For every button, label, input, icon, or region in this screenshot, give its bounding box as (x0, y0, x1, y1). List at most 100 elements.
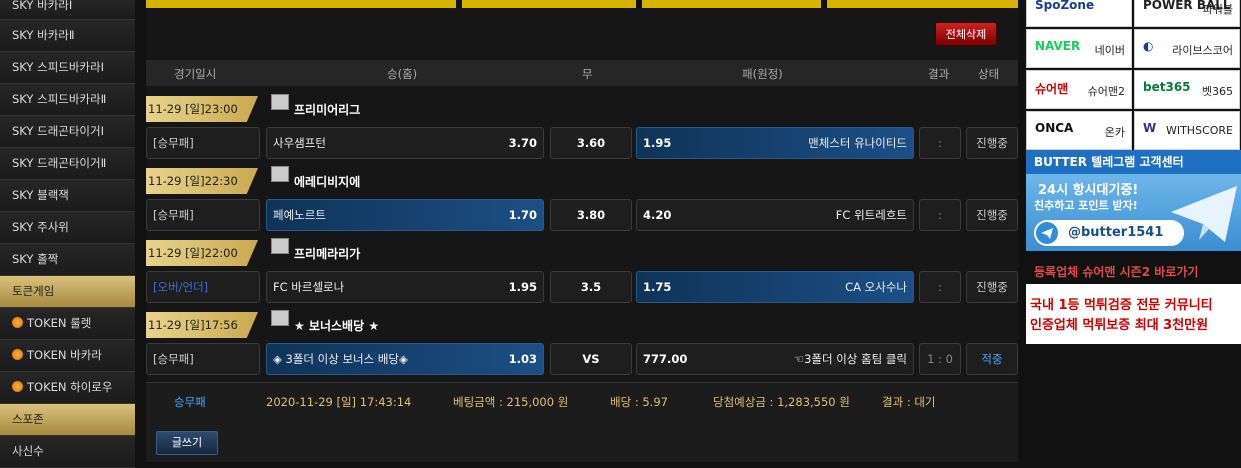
sidebar-item[interactable]: SKY 드래곤타이거Ⅰ (0, 116, 135, 148)
game-status: 진행중 (966, 127, 1018, 159)
partner-link[interactable]: SpoZone (1026, 0, 1132, 27)
away-odds: 777.00 (643, 352, 688, 366)
telegram-banner[interactable]: 24시 항시대기중! 친추하고 포인트 받자! @butter1541 (1026, 174, 1241, 251)
sidebar-item[interactable]: SKY 스피드바카라Ⅱ (0, 84, 135, 116)
bet-type: [승무패] (146, 343, 260, 375)
home-team: 페예노르트 (273, 208, 326, 222)
ad-title[interactable]: 등록업체 슈어맨 시즌2 바로가기 (1026, 260, 1241, 284)
home-odds: 1.70 (508, 208, 537, 222)
write-button[interactable]: 글쓰기 (156, 431, 218, 455)
token-coin-icon (12, 349, 23, 360)
sidebar-item-label: 스포존 (12, 412, 44, 426)
league-name: ★ 보너스배당 ★ (294, 319, 380, 333)
token-coin-icon (12, 317, 23, 328)
header-away: 패(원정) (742, 67, 783, 81)
sidebar-item[interactable]: 스포존 (0, 404, 135, 436)
game-row: [승무패] 사우샘프턴 3.70 3.60 1.95 맨체스터 유나이티드: 진행중 (146, 127, 1018, 159)
draw-bet-option[interactable]: VS (550, 343, 632, 375)
partner-link[interactable]: W WITHSCORE (1134, 111, 1240, 150)
partner-link[interactable]: bet365 벳365 (1134, 70, 1240, 109)
telegram-line2: 친추하고 포인트 받자! (1034, 199, 1138, 212)
game-result: : (919, 271, 961, 303)
game-datetime: 11-29 [일]17:56 (146, 312, 258, 338)
partner-name: 파워볼 (1202, 3, 1233, 16)
sidebar-item-label: SKY 드래곤타이거Ⅱ (12, 156, 107, 170)
sidebar-item[interactable]: SKY 홀짝 (0, 244, 135, 276)
sidebar-item[interactable]: TOKEN 바카라 (0, 340, 135, 372)
away-odds: 1.75 (643, 280, 672, 294)
telegram-title[interactable]: BUTTER 텔레그램 고객센터 (1026, 150, 1241, 174)
sidebar-item-label: 사신수 (12, 444, 44, 458)
game-datetime: 11-29 [일]23:00 (146, 96, 258, 122)
league-row: 11-29 [일]22:30 에레디비지에 (146, 166, 1018, 194)
sidebar-item[interactable]: SKY 스피드바카라Ⅰ (0, 52, 135, 84)
game-row: [승무패] ◈ 3폴더 이상 보너스 배당◈ 1.03 VS 777.00 ☜3폴더 이상… (146, 343, 1018, 375)
sidebar: SKY 바카라Ⅰ SKY 바카라Ⅱ SKY 스피드바카라Ⅰ SKY 스피드바카라Ⅱ SK… (0, 0, 135, 468)
game-status: 적중 (966, 343, 1018, 375)
partner-logo: 슈어맨 (1035, 82, 1069, 96)
summary-expected-win: 당첨예상금 : 1,283,550 원 (713, 395, 850, 409)
header-result: 결과 (928, 67, 950, 81)
away-bet-option[interactable]: 1.95 맨체스터 유나이티드 (636, 127, 914, 159)
sidebar-item[interactable]: SKY 드래곤타이거Ⅱ (0, 148, 135, 180)
away-team: 맨체스터 유나이티드 (808, 136, 907, 150)
league-name: 프리메라리가 (294, 247, 361, 261)
delete-all-button[interactable]: 전체삭제 (935, 22, 997, 46)
partner-logo: SpoZone (1035, 0, 1095, 12)
game-status: 진행중 (966, 271, 1018, 303)
home-bet-option[interactable]: ◈ 3폴더 이상 보너스 배당◈ 1.03 (266, 343, 544, 375)
home-bet-option[interactable]: 사우샘프턴 3.70 (266, 127, 544, 159)
bet-history-panel: 전체삭제 경기일시 승(홈) 무 패(원정) 결과 상태 11-29 [일]23… (146, 0, 1018, 462)
summary-bet-amount: 베팅금액 : 215,000 원 (453, 395, 569, 409)
sidebar-item[interactable]: SKY 바카라Ⅱ (0, 20, 135, 52)
away-bet-option[interactable]: 777.00 ☜3폴더 이상 홈팀 클릭 (636, 343, 914, 375)
partner-link[interactable]: NAVER 네이버 (1026, 29, 1132, 68)
ad-banner[interactable]: 국내 1등 먹튀검증 전문 커뮤니티 인증업체 먹튀보증 최대 3천만원 (1026, 284, 1241, 344)
right-sidebar: SpoZone POWER BALL 파워볼 NAVER 네이버 ◐ 라이브스코어 슈어맨 슈어… (1026, 0, 1241, 462)
header-home: 승(홈) (387, 67, 418, 81)
home-bet-option[interactable]: 페예노르트 1.70 (266, 199, 544, 231)
partner-link[interactable]: ONCA 온카 (1026, 111, 1132, 150)
league-name: 에레디비지에 (294, 175, 361, 189)
game-result: : (919, 127, 961, 159)
sidebar-item[interactable]: SKY 바카라Ⅰ (0, 0, 135, 20)
sidebar-item-label: TOKEN 하이로우 (27, 380, 113, 394)
partner-link[interactable]: ◐ 라이브스코어 (1134, 29, 1240, 68)
sidebar-item-label: 토큰게임 (12, 284, 55, 298)
sidebar-item-label: SKY 드래곤타이거Ⅰ (12, 124, 104, 138)
away-team: ☜3폴더 이상 홈팀 클릭 (793, 352, 907, 366)
sidebar-item[interactable]: 사신수 (0, 436, 135, 468)
bet-type: [승무패] (146, 127, 260, 159)
sidebar-item[interactable]: SKY 주사위 (0, 212, 135, 244)
ad-line1: 국내 1등 먹튀검증 전문 커뮤니티 (1030, 298, 1213, 313)
sidebar-item[interactable]: TOKEN 룰렛 (0, 308, 135, 340)
league-flag-icon (271, 238, 289, 254)
away-bet-option[interactable]: 1.75 CA 오사수나 (636, 271, 914, 303)
partner-name: WITHSCORE (1165, 124, 1233, 137)
draw-bet-option[interactable]: 3.5 (550, 271, 632, 303)
draw-bet-option[interactable]: 3.80 (550, 199, 632, 231)
game-row: [승무패] 페예노르트 1.70 3.80 4.20 FC 위트레흐트: 진행중 (146, 199, 1018, 231)
home-odds: 1.95 (508, 280, 537, 294)
home-bet-option[interactable]: FC 바르셀로나 1.95 (266, 271, 544, 303)
sidebar-item[interactable]: 토큰게임 (0, 276, 135, 308)
summary-odds: 배당 : 5.97 (610, 395, 668, 409)
partner-logo: NAVER (1035, 39, 1081, 53)
home-team: ◈ 3폴더 이상 보너스 배당◈ (273, 352, 408, 366)
game-status: 진행중 (966, 199, 1018, 231)
sidebar-item-label: SKY 바카라Ⅱ (12, 28, 75, 42)
sidebar-item[interactable]: SKY 블랙잭 (0, 180, 135, 212)
summary-bet-type: 승무패 (174, 395, 206, 409)
draw-bet-option[interactable]: 3.60 (550, 127, 632, 159)
telegram-icon (1036, 222, 1058, 244)
away-bet-option[interactable]: 4.20 FC 위트레흐트 (636, 199, 914, 231)
sidebar-item[interactable]: TOKEN 하이로우 (0, 372, 135, 404)
partner-link[interactable]: POWER BALL 파워볼 (1134, 0, 1240, 27)
telegram-line1: 24시 항시대기중! (1038, 183, 1139, 198)
table-header: 경기일시 승(홈) 무 패(원정) 결과 상태 (146, 60, 1018, 86)
partner-link[interactable]: 슈어맨 슈어맨2 (1026, 70, 1132, 109)
league-name: 프리미어리그 (294, 103, 361, 117)
top-banner-strip (146, 0, 1018, 8)
partner-logo: bet365 (1143, 80, 1191, 94)
bet-type: [승무패] (146, 199, 260, 231)
